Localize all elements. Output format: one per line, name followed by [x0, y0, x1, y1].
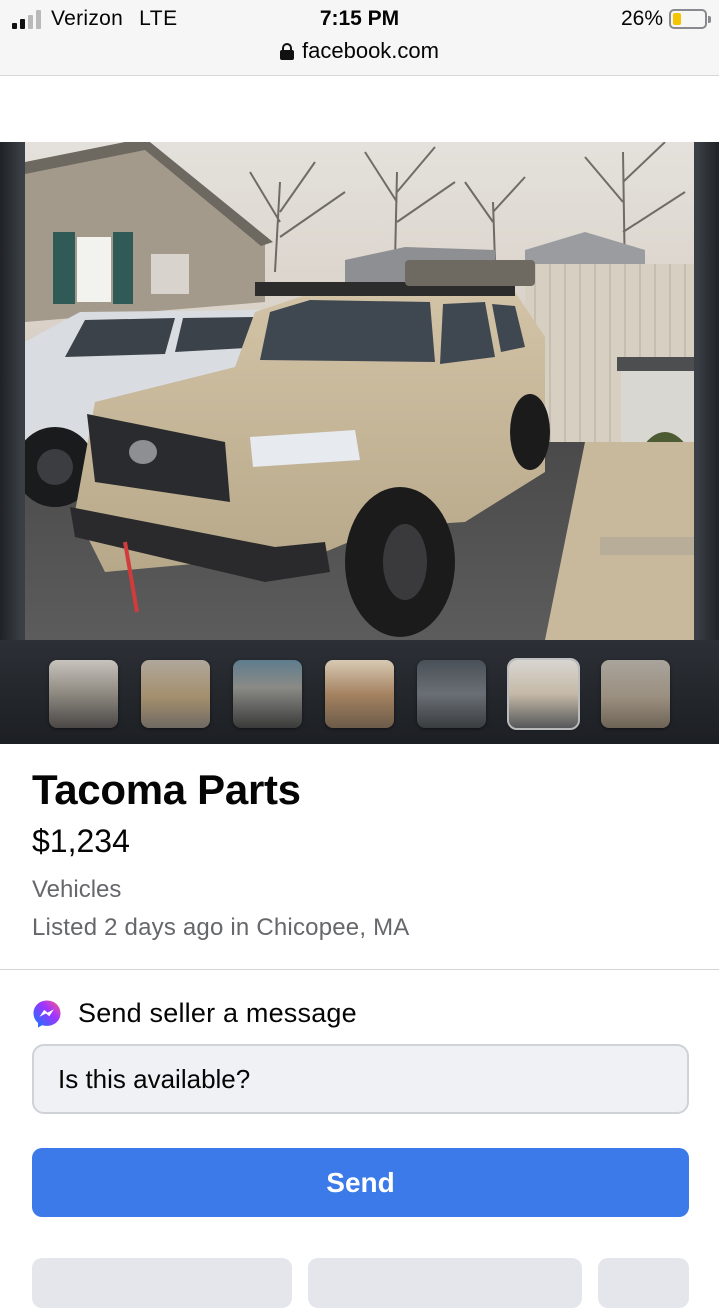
thumbnail-2[interactable]	[141, 660, 210, 728]
message-section-header: Send seller a message	[32, 998, 357, 1029]
send-seller-message-label: Send seller a message	[78, 998, 357, 1028]
clock: 7:15 PM	[319, 7, 400, 30]
send-button[interactable]: Send	[32, 1148, 689, 1217]
section-divider	[0, 969, 719, 970]
battery-percent: 26%	[620, 7, 663, 30]
listing-title: Tacoma Parts	[32, 766, 301, 813]
listing-category[interactable]: Vehicles	[32, 876, 121, 904]
main-listing-photo[interactable]	[25, 142, 694, 640]
address-bar[interactable]: facebook.com	[0, 38, 719, 64]
action-button-more[interactable]	[598, 1258, 689, 1308]
action-button-2[interactable]	[308, 1258, 582, 1308]
thumbnail-7[interactable]	[601, 660, 670, 728]
thumbnail-6[interactable]	[507, 658, 580, 730]
battery-icon	[669, 9, 711, 29]
lock-icon	[280, 42, 295, 60]
status-right: 26%	[620, 7, 711, 31]
action-button-1[interactable]	[32, 1258, 292, 1308]
message-input[interactable]	[32, 1044, 689, 1114]
listing-location: Listed 2 days ago in Chicopee, MA	[32, 914, 410, 941]
messenger-icon	[33, 1000, 61, 1027]
url-text: facebook.com	[302, 38, 439, 63]
thumbnail-strip	[0, 658, 719, 730]
photo-gallery	[0, 142, 719, 744]
thumbnail-5[interactable]	[417, 660, 486, 728]
thumbnail-3[interactable]	[233, 660, 302, 728]
status-bar: Verizon LTE 7:15 PM 26% facebook.com	[0, 0, 719, 76]
listing-price: $1,234	[32, 823, 130, 859]
thumbnail-4[interactable]	[325, 660, 394, 728]
thumbnail-1[interactable]	[49, 660, 118, 728]
